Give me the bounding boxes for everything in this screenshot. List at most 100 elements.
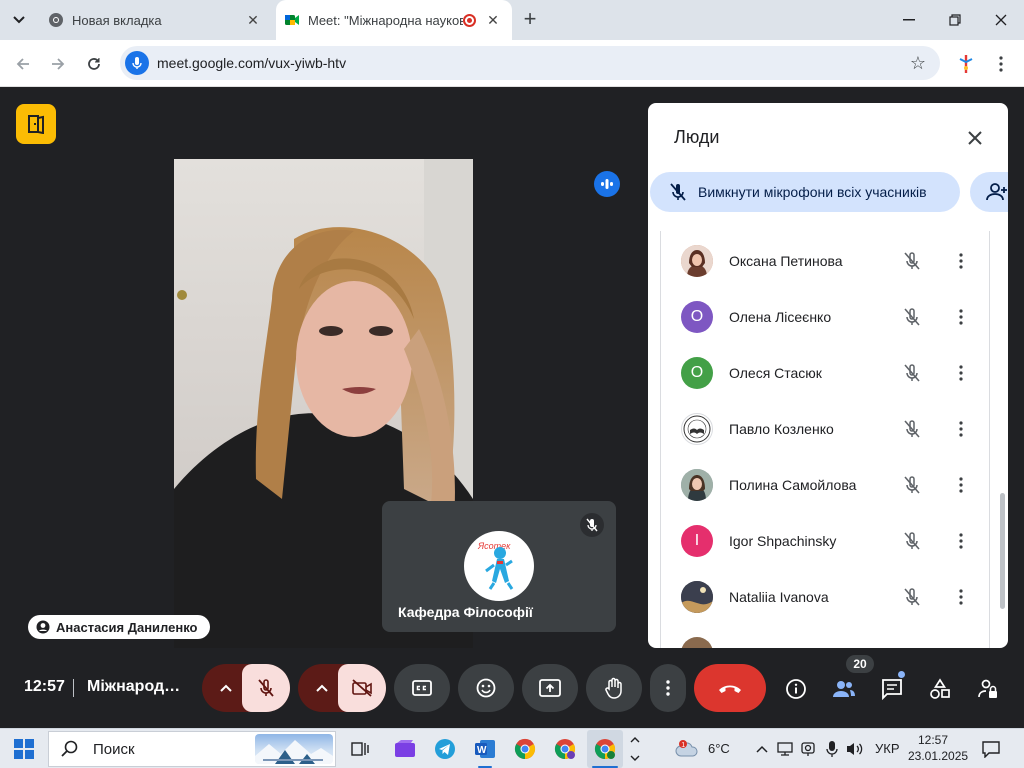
tab-close-icon[interactable]: ✕ [244,11,262,29]
taskbar-app-chrome-2[interactable] [553,737,577,761]
back-button[interactable] [8,49,38,79]
present-screen-button[interactable] [522,664,578,712]
host-controls-button[interactable] [975,676,1001,702]
tray-overflow-button[interactable] [750,737,774,761]
meeting-details-button[interactable] [783,676,809,702]
weather-temp[interactable]: 6°C [708,741,730,756]
restore-button[interactable] [932,0,978,40]
people-panel: Люди Вимкнути мікрофони всіх учасників О… [648,103,1008,648]
taskbar-app-clipchamp[interactable] [393,737,417,761]
panel-scrollbar[interactable] [1000,493,1005,609]
mic-off-icon [901,586,923,608]
microphone-icon [132,57,142,69]
avatar-photo [681,581,713,613]
mic-off-icon [901,306,923,328]
more-options-button[interactable] [650,664,686,712]
activities-button[interactable] [927,676,953,702]
browser-menu-button[interactable] [986,49,1016,79]
divider [73,679,74,697]
participant-options-button[interactable] [951,417,971,441]
windows-start-button[interactable] [14,739,34,759]
participant-row[interactable]: Nataliia Ivanova [661,569,989,625]
microphone-in-use-icon[interactable] [820,737,844,761]
companion-mode-button[interactable] [16,104,56,144]
forward-button[interactable] [43,49,73,79]
site-microphone-icon[interactable] [125,51,149,75]
system-clock[interactable]: 12:57 23.01.2025 [908,732,969,764]
close-icon [995,14,1007,26]
close-window-button[interactable] [978,0,1024,40]
participant-name: Павло Козленко [729,421,834,437]
address-bar[interactable]: meet.google.com/vux-yiwb-htv ☆ [120,46,940,80]
camera-off-icon [352,679,372,697]
tab-search-button[interactable] [6,7,32,33]
camera-in-use-icon[interactable] [796,737,820,761]
raise-hand-button[interactable] [586,664,642,712]
meeting-title[interactable]: Міжнарод… [87,678,180,696]
close-panel-button[interactable] [960,123,990,153]
reload-button[interactable] [79,49,109,79]
mute-all-button[interactable]: Вимкнути мікрофони всіх учасників [650,172,960,212]
network-icon[interactable] [773,737,797,761]
participant-row[interactable]: I Igor Shpachinsky [661,513,989,569]
input-language[interactable]: УКР [875,741,900,756]
participant-row[interactable]: Павло Козленко [661,401,989,457]
camera-toggle-button[interactable] [338,664,386,712]
raise-hand-icon [605,677,622,699]
taskbar-app-chrome-active[interactable] [593,737,617,761]
taskbar-overflow-button[interactable] [625,737,645,761]
participant-row[interactable]: О Олеся Стасюк [661,345,989,401]
participant-row-partial[interactable] [661,625,989,648]
extension-button[interactable] [951,49,981,79]
leave-call-button[interactable] [694,664,766,712]
windows-logo-tile [25,739,34,748]
taskbar-app-chrome-1[interactable] [513,737,537,761]
participant-avatar [681,469,713,501]
weather-icon[interactable]: 1 [675,737,699,761]
speaking-indicator [594,171,620,197]
participant-options-button[interactable] [951,529,971,553]
add-people-button[interactable] [970,172,1008,212]
more-vertical-icon [959,477,963,493]
volume-icon[interactable] [843,737,867,761]
participant-options-button[interactable] [951,249,971,273]
clock-date: 23.01.2025 [908,749,969,763]
reactions-button[interactable] [458,664,514,712]
minimize-button[interactable] [886,0,932,40]
tab-close-icon[interactable]: ✕ [484,11,502,29]
participant-options-button[interactable] [951,361,971,385]
panel-title: Люди [674,127,720,147]
tab-new-tab[interactable]: Новая вкладка ✕ [40,0,272,40]
taskbar-search-box[interactable]: Поиск [48,731,336,767]
self-view-tile[interactable]: Ясотек Кафедра Філософії [382,501,616,632]
task-view-button[interactable] [348,737,372,761]
taskbar-app-word[interactable]: W [473,737,497,761]
new-tab-button[interactable]: + [518,8,542,32]
bookmark-star-icon[interactable]: ☆ [910,53,926,74]
video-settings-button[interactable] [312,678,332,698]
video-editor-icon [395,740,415,757]
participant-row[interactable]: Оксана Петинова [661,233,989,289]
people-button[interactable] [831,676,857,702]
audio-settings-button[interactable] [216,678,236,698]
microphone-toggle-button[interactable] [242,664,290,712]
taskbar-app-telegram[interactable] [433,737,457,761]
chevron-updown-icon [630,737,640,761]
captions-button[interactable] [394,664,450,712]
windows-logo-tile [25,750,34,759]
participant-options-button[interactable] [951,473,971,497]
participant-options-button[interactable] [951,585,971,609]
tab-meet[interactable]: Meet: "Міжнародна науков ✕ [276,0,512,40]
notifications-button[interactable] [979,737,1003,761]
participant-options-button[interactable] [951,305,971,329]
participant-row[interactable]: О Олена Лісеєнко [661,289,989,345]
minimize-icon [903,19,915,21]
chat-button[interactable] [879,676,905,702]
recording-icon [463,13,476,27]
tab-title: Meet: "Міжнародна науков [308,12,463,28]
participant-row[interactable]: Полина Самойлова [661,457,989,513]
self-avatar: Ясотек [464,531,534,601]
mic-off-icon [901,362,923,384]
browser-tab-strip: Новая вкладка ✕ Meet: "Міжнародна науков… [0,0,1024,40]
word-icon: W [475,740,495,758]
